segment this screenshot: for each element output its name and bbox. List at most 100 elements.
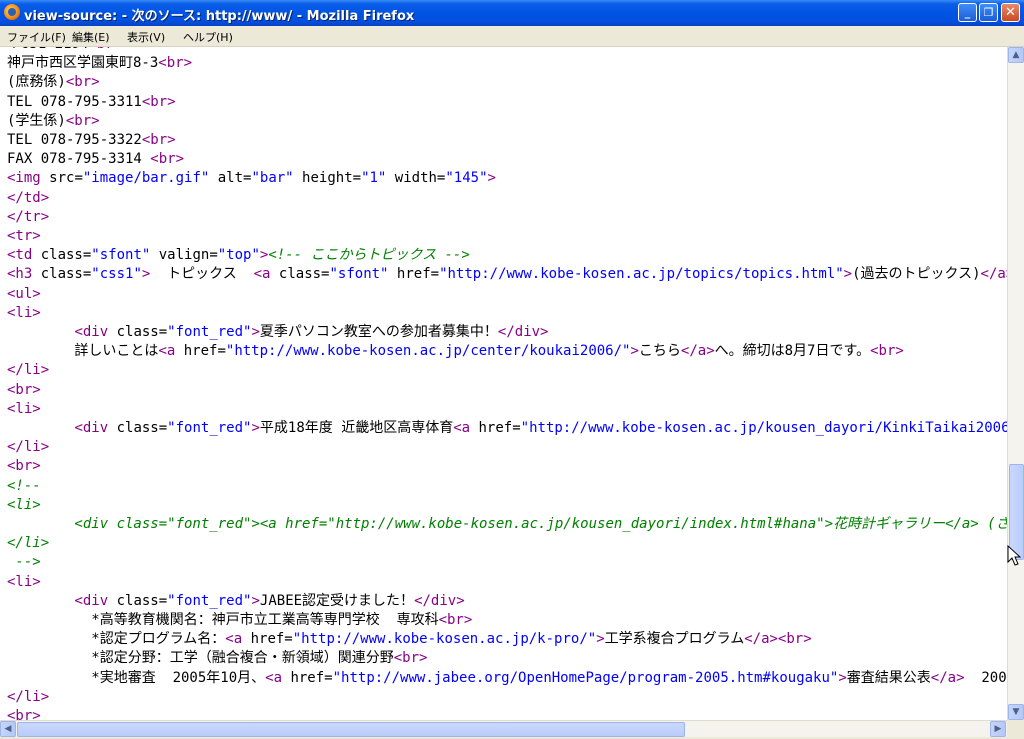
source-token: > [251,420,260,436]
source-token[interactable]: "1" [361,170,386,186]
source-token[interactable]: "css1" [91,266,142,282]
source-token: <br> [7,458,41,475]
source-token: *認定分野：工学（融合複合・新領域）関連分野 [7,650,394,667]
source-line: <div class="font_red">JABEE認定受けました！</div… [7,592,465,611]
source-line: </li> [7,534,49,553]
source-line: <h3 class="css1"> トピックス <a class="sfont"… [7,265,1007,284]
close-button[interactable]: ✕ [1001,3,1020,22]
source-token: <td [7,247,41,264]
source-line: </li> [7,361,49,380]
source-token: > [843,266,853,283]
source-token[interactable]: "http://www.jabee.org/OpenHomePage/progr… [333,670,839,686]
source-token: </li> [7,688,50,705]
source-token: 〒651-2194 [7,47,88,52]
source-token[interactable]: "top" [218,247,260,263]
source-token: </div> [414,592,465,609]
source-token[interactable]: "font_red" [167,420,251,436]
source-token: height= [293,170,362,187]
source-token: JABEE認定受けました！ [259,592,415,609]
source-token: > [630,343,639,360]
source-token: class= [116,324,168,340]
vertical-scrollbar[interactable]: ▲ ▼ [1007,47,1024,720]
source-line: <li> [7,400,41,419]
title-bar[interactable]: view-source: - 次のソース: http://www/ - Mozi… [0,0,1024,26]
source-token: </tr> [7,208,50,225]
source-token [7,420,74,436]
horizontal-scroll-thumb[interactable] [17,722,685,737]
source-token: FAX 078-795-3314 [7,151,151,168]
source-token: </a> [680,343,715,360]
source-token: 工学系複合プログラム [604,631,745,648]
source-token: width= [386,170,446,187]
arrow-up-icon[interactable]: ▲ [1008,47,1024,63]
source-token: <br> [7,708,41,720]
source-token: <li> [7,573,41,590]
source-line: *実地審査 2005年10月、<a href="http://www.jabee… [7,669,1007,688]
source-line: 詳しいことは<a href="http://www.kobe-kosen.ac.… [7,342,904,361]
source-token: <br> [870,343,904,360]
source-line: (庶務係)<br> [7,73,100,92]
source-token: <a [225,631,251,648]
source-token: 詳しいことは [7,343,159,360]
maximize-button[interactable]: ❐ [979,3,998,22]
source-token: <a [253,266,279,283]
source-token: <br> [7,381,41,398]
source-line: FAX 078-795-3314 <br> [7,150,184,169]
source-token[interactable]: "font_red" [167,324,251,340]
source-token: <br> [141,93,176,110]
source-token: <tr> [7,228,41,244]
source-token: *高等教育機関名：神戸市立工業高等専門学校 専攻科 [7,612,439,628]
source-token: <br> [393,650,428,667]
source-line: <tr> [7,227,41,246]
arrow-left-icon[interactable]: ◀ [0,721,16,737]
menu-view[interactable]: 表示(V) [127,29,165,45]
menu-help[interactable]: ヘルプ(H) [183,29,233,45]
source-token[interactable]: "image/bar.gif" [83,170,209,186]
source-token[interactable]: "http://www.kobe-kosen.ac.jp/topics/topi… [439,266,844,282]
source-token: </li> [7,439,50,456]
source-token: class= [40,247,92,264]
source-token[interactable]: "http://www.kobe-kosen.ac.jp/center/kouk… [226,343,631,359]
arrow-right-icon[interactable]: ▶ [990,721,1006,737]
firefox-icon [4,4,20,20]
source-line: <br> [7,707,41,720]
source-token: <br> [65,74,100,91]
source-token[interactable]: "http://www.kobe-kosen.ac.jp/k-pro/" [293,631,596,647]
source-token: href= [478,420,521,436]
source-token: <br> [438,612,473,628]
source-token: alt= [209,170,252,187]
minimize-button[interactable]: _ [958,3,977,22]
source-token: </a><br> [744,631,812,648]
menu-edit[interactable]: 編集(E) [72,29,110,45]
source-line: <td class="sfont" valign="top"><!-- ここから… [7,246,470,265]
source-token[interactable]: "sfont" [329,266,388,282]
source-view[interactable]: 〒651-2194<br>神戸市西区学園東町8-3<br>(庶務係)<br>TE… [0,47,1007,720]
source-token[interactable]: "bar" [251,170,293,186]
source-token: href= [183,343,226,360]
arrow-down-icon[interactable]: ▼ [1008,704,1024,720]
source-token: <!-- [7,477,41,494]
horizontal-scrollbar[interactable]: ◀ ▶ [0,720,1007,737]
source-token [7,593,74,609]
source-line: <br> [7,381,41,400]
menu-file[interactable]: ファイル(F) [7,29,66,45]
source-token: <br> [88,47,122,52]
source-token: <div [74,324,117,340]
source-line: </li> [7,438,49,457]
source-token: </li> [7,362,50,379]
source-line: 神戸市西区学園東町8-3<br> [7,54,192,73]
source-token [7,324,74,340]
source-token: <h3 [7,266,41,283]
source-line: <li> [7,496,41,515]
source-token: <div class="font_red"><a href="http://ww… [7,516,1007,532]
source-token[interactable]: "145" [445,170,487,186]
source-token[interactable]: "http://www.kobe-kosen.ac.jp/kousen_dayo… [521,420,1007,436]
source-token: href= [290,669,333,686]
source-token[interactable]: "font_red" [167,593,251,609]
source-token: <li> [7,304,41,321]
source-token: href= [388,266,440,283]
source-token: (過去のトピックス) [852,266,981,283]
source-token[interactable]: "sfont" [91,247,150,263]
source-line: <!-- [7,477,41,496]
source-token: <br> [65,112,100,129]
